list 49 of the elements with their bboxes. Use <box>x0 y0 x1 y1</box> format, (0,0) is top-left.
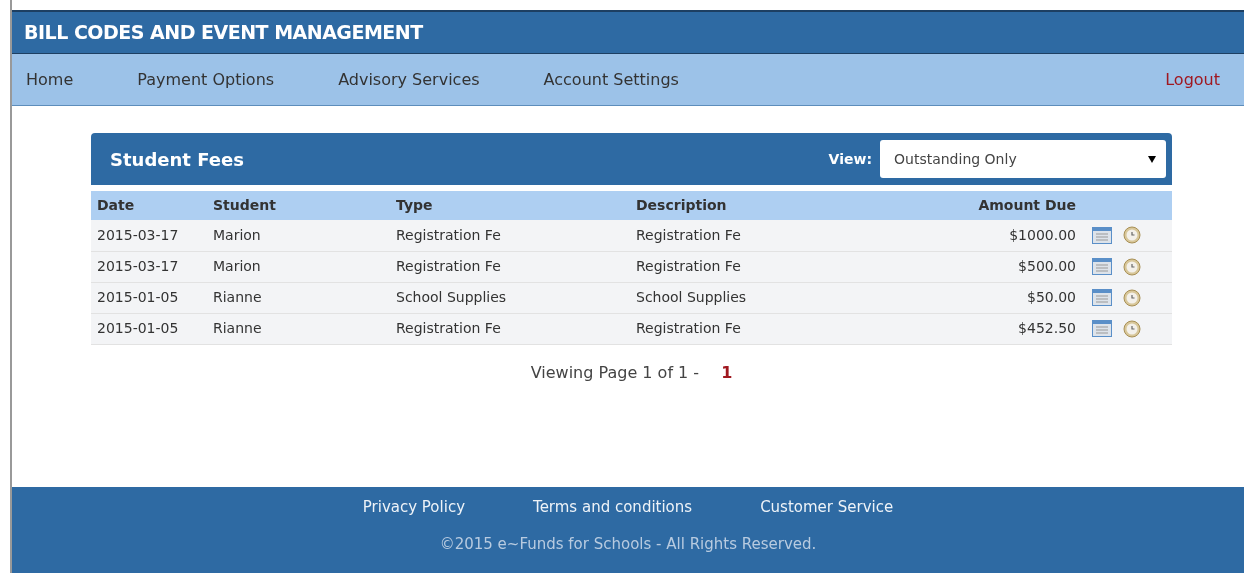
table-cell: 2015-03-17 <box>91 251 207 282</box>
table-cell: School Supplies <box>390 282 630 313</box>
clock-icon[interactable] <box>1123 319 1141 338</box>
clock-icon[interactable] <box>1123 288 1141 307</box>
caret-icon <box>1148 155 1156 163</box>
table-cell: Registration Fe <box>390 251 630 282</box>
table-cell: Registration Fe <box>630 251 869 282</box>
table-cell: $1000.00 <box>868 220 1082 251</box>
calendar-icon[interactable] <box>1092 289 1112 306</box>
table-cell: 2015-01-05 <box>91 313 207 344</box>
footer-link[interactable]: Privacy Policy <box>362 498 465 516</box>
column-header: Amount Due <box>868 191 1082 220</box>
table-cell: Rianne <box>207 282 390 313</box>
table-cell: 2015-03-17 <box>91 220 207 251</box>
table-cell: Marion <box>207 220 390 251</box>
clock-icon[interactable] <box>1123 226 1141 245</box>
table-cell: Rianne <box>207 313 390 344</box>
app-title: BILL CODES AND EVENT MANAGEMENT <box>24 20 423 46</box>
column-header: Description <box>630 191 869 220</box>
table-cell: Registration Fe <box>630 313 869 344</box>
column-header: Student <box>207 191 390 220</box>
calendar-icon[interactable] <box>1092 258 1112 275</box>
table-cell: $500.00 <box>868 251 1082 282</box>
table-cell: Registration Fe <box>390 220 630 251</box>
nav-link[interactable]: Payment Options <box>137 67 275 92</box>
calendar-icon[interactable] <box>1092 320 1112 337</box>
column-header: Date <box>91 191 207 220</box>
table-cell: Marion <box>207 251 390 282</box>
clock-icon[interactable] <box>1123 257 1141 276</box>
table-cell: $452.50 <box>868 313 1082 344</box>
table-cell: $50.00 <box>868 282 1082 313</box>
calendar-icon[interactable] <box>1092 226 1112 244</box>
pagination-text: Viewing Page 1 of 1 - <box>530 362 700 382</box>
footer-link[interactable]: Customer Service <box>760 498 894 516</box>
panel-title: Student Fees <box>110 147 244 172</box>
table-cell: Registration Fe <box>630 220 869 251</box>
table-cell: Registration Fe <box>390 313 630 344</box>
copyright-text: ©2015 e~Funds for Schools - All Rights Reserved. <box>439 534 817 555</box>
nav-link[interactable]: Account Settings <box>543 67 679 92</box>
view-dropdown[interactable]: Outstanding Only <box>880 140 1166 178</box>
nav-link[interactable]: Home <box>26 67 74 92</box>
table-cell: School Supplies <box>630 282 869 313</box>
logout-link[interactable]: Logout <box>1165 67 1220 92</box>
page-link[interactable]: 1 <box>721 362 733 382</box>
footer-link[interactable]: Terms and conditions <box>533 498 693 516</box>
nav-link[interactable]: Advisory Services <box>338 67 480 92</box>
table-cell: 2015-01-05 <box>91 282 207 313</box>
view-label: View: <box>828 149 872 169</box>
column-header: Type <box>390 191 630 220</box>
